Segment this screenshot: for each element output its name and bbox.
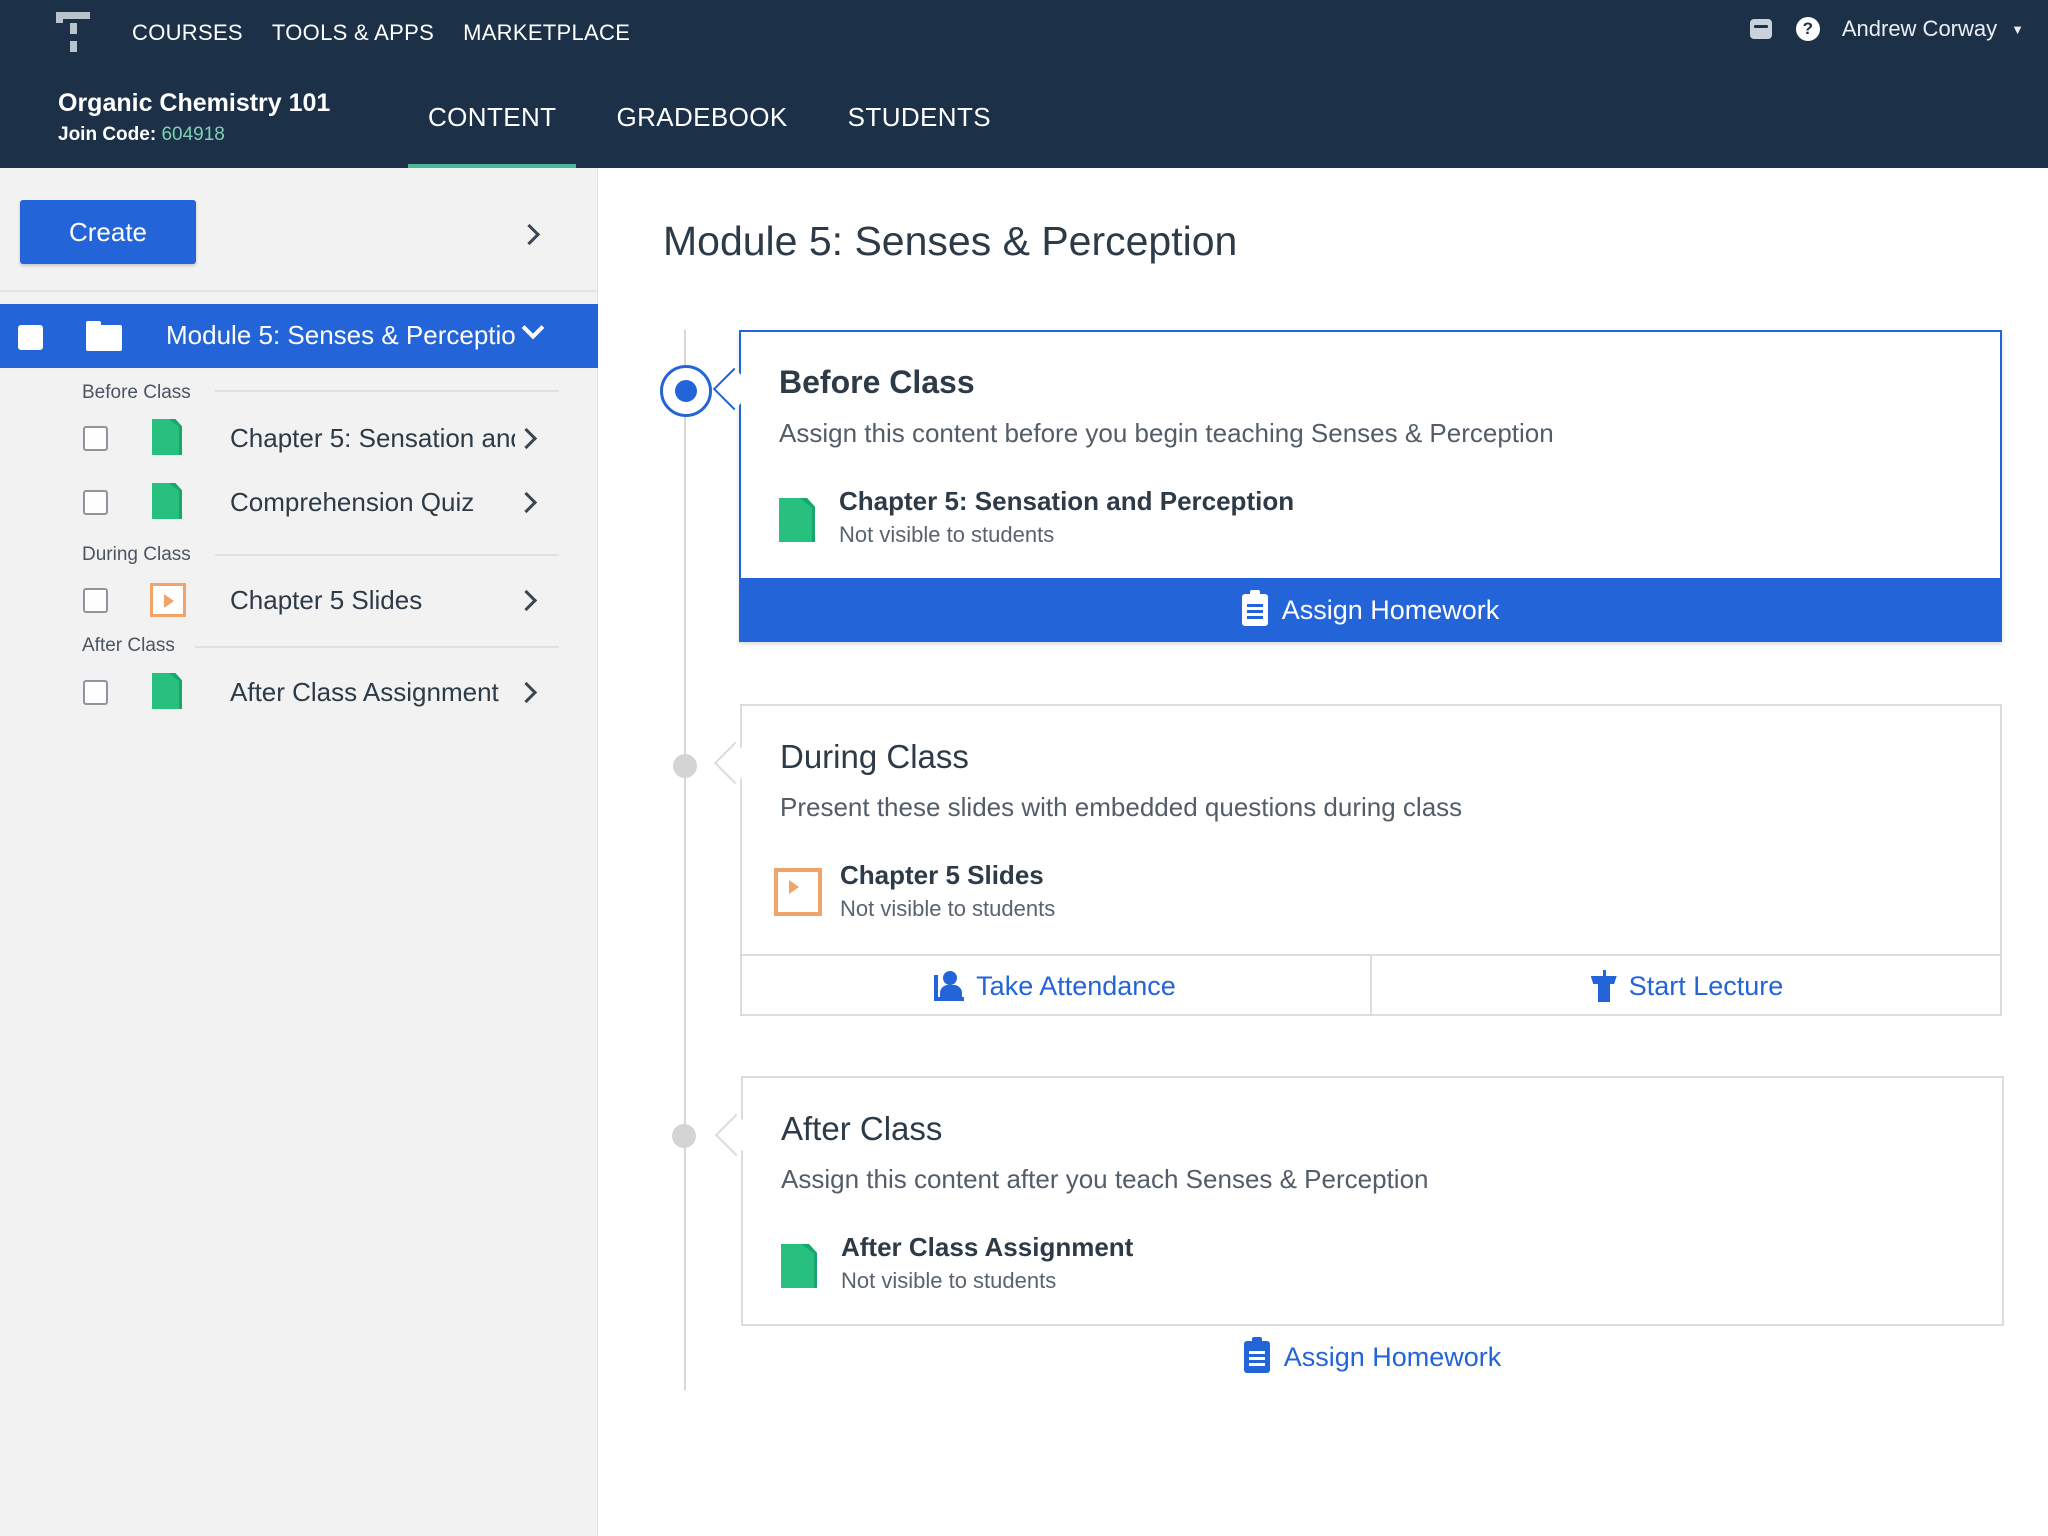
slides-icon [774,868,822,916]
section-divider [215,554,559,556]
card-description: Assign this content before you begin tea… [779,418,1554,448]
tab-gradebook[interactable]: GRADEBOOK [596,92,807,168]
join-code: Join Code: 604918 [58,124,330,146]
section-divider [215,390,559,392]
assign-homework-button[interactable]: Assign Homework [741,1324,2004,1388]
section-label-before: Before Class [82,382,191,403]
sidebar-module-row[interactable]: Module 5: Senses & Perception [0,304,598,368]
start-lecture-label: Start Lecture [1628,970,1784,1001]
sidebar: Create Module 5: Senses & Perception Bef… [0,168,598,1536]
sidebar-item-label: Chapter 5: Sensation and Perception [230,423,515,453]
tab-content[interactable]: CONTENT [408,92,577,168]
attendance-icon [934,971,965,1001]
top-nav: COURSES TOOLS & APPS MARKETPLACE [132,20,630,46]
card-description: Assign this content after you teach Sens… [781,1164,1429,1194]
timeline-dot [672,1124,696,1148]
card-description: Present these slides with embedded quest… [780,792,1463,822]
tab-students[interactable]: STUDENTS [828,92,1011,168]
card-item-status: Not visible to students [840,896,1056,921]
chevron-right-icon[interactable] [515,491,538,514]
card-title: After Class [781,1110,943,1147]
messages-icon[interactable] [1749,19,1772,39]
user-menu[interactable]: Andrew Corway ▼ [1842,16,2024,42]
sidebar-item-chapter-5[interactable]: Chapter 5: Sensation and Perception [0,408,598,468]
document-icon [152,673,182,709]
assign-homework-label: Assign Homework [1281,594,1500,625]
card-pointer [714,1113,758,1157]
sidebar-item-label: Chapter 5 Slides [230,585,423,615]
module-checkbox[interactable] [18,325,43,350]
timeline-line [684,330,686,1390]
item-checkbox[interactable] [83,680,108,705]
module-label: Module 5: Senses & Perception [166,320,516,350]
clipboard-icon [1241,590,1268,626]
nav-courses[interactable]: COURSES [132,20,243,46]
card-item-title[interactable]: Chapter 5: Sensation and Perception [839,486,1294,517]
sidebar-item-chapter-5-slides[interactable]: Chapter 5 Slides [0,570,598,630]
clipboard-icon [1243,1337,1270,1373]
card-title: During Class [780,738,969,775]
during-class-card: During Class Present these slides with e… [713,704,2002,1016]
card-item-title[interactable]: Chapter 5 Slides [840,860,1044,891]
chevron-right-icon[interactable] [515,427,538,450]
assign-homework-label: Assign Homework [1283,1341,1502,1372]
top-bar: COURSES TOOLS & APPS MARKETPLACE ? Andre… [0,0,2048,168]
section-label-after: After Class [82,635,175,656]
section-label-during: During Class [82,544,191,565]
course-title: Organic Chemistry 101 [58,89,331,117]
slides-icon [150,583,186,617]
timeline-active-dot [660,365,712,417]
chevron-right-icon[interactable] [515,681,538,704]
lectern-icon [1590,970,1617,1002]
join-code-label: Join Code: [58,124,157,145]
after-class-card: After Class Assign this content after yo… [714,1076,2004,1388]
nav-marketplace[interactable]: MARKETPLACE [463,20,630,46]
create-button[interactable]: Create [20,200,196,264]
document-icon [779,498,815,542]
card-item-status: Not visible to students [841,1268,1057,1293]
sidebar-item-comprehension-quiz[interactable]: Comprehension Quiz [0,472,598,532]
before-class-card: Before Class Assign this content before … [712,330,2002,642]
top-right-controls: ? Andrew Corway ▼ [1749,16,2024,42]
document-icon [781,1244,817,1288]
assign-homework-button[interactable]: Assign Homework [739,578,2002,642]
card-title: Before Class [779,364,975,400]
timeline-dot [673,754,697,778]
folder-icon [86,321,122,351]
document-icon [152,483,182,519]
collapse-sidebar-chevron-icon[interactable] [518,223,541,246]
divider [0,290,598,292]
sidebar-item-label: After Class Assignment [230,677,499,707]
sidebar-item-after-class-assignment[interactable]: After Class Assignment [0,662,598,722]
item-checkbox[interactable] [83,588,108,613]
chevron-right-icon[interactable] [515,589,538,612]
course-header: Organic Chemistry 101 Join Code: 604918 [58,88,330,146]
start-lecture-button[interactable]: Start Lecture [1370,956,2002,1016]
caret-down-icon: ▼ [2011,21,2024,37]
during-class-actions: Take Attendance Start Lecture [740,954,2002,1016]
card-item-title[interactable]: After Class Assignment [841,1232,1133,1263]
logo-icon[interactable] [56,12,90,52]
item-checkbox[interactable] [83,426,108,451]
sidebar-item-label: Comprehension Quiz [230,487,475,517]
card-pointer [712,367,756,411]
section-divider [195,646,559,648]
nav-tools-apps[interactable]: TOOLS & APPS [272,20,434,46]
course-tabs: CONTENT GRADEBOOK STUDENTS [408,92,1011,168]
chevron-down-icon[interactable] [521,316,545,340]
card-pointer [713,741,757,785]
take-attendance-button[interactable]: Take Attendance [740,956,1370,1016]
page-title: Module 5: Senses & Perception [663,218,1238,264]
help-icon[interactable]: ? [1795,17,1820,41]
user-name: Andrew Corway [1841,16,1998,41]
item-checkbox[interactable] [83,490,108,515]
card-item-status: Not visible to students [839,522,1055,547]
join-code-value: 604918 [161,124,225,145]
document-icon [152,419,182,455]
take-attendance-label: Take Attendance [976,970,1176,1001]
